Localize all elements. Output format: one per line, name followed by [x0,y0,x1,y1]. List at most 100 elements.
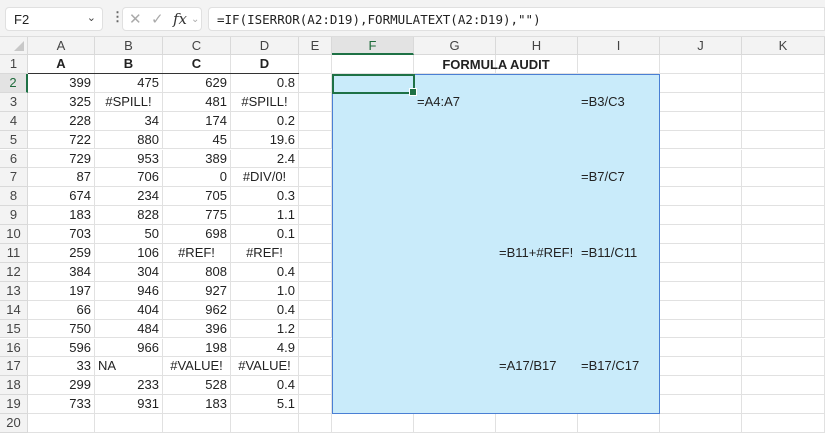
data-cell[interactable]: 629 [163,74,231,93]
data-cell[interactable]: 0.8 [231,74,299,93]
data-cell[interactable]: 953 [95,150,163,169]
cell[interactable] [660,376,742,395]
data-cell[interactable]: 87 [28,168,95,187]
data-cell[interactable]: 0.4 [231,263,299,282]
row-header-14[interactable]: 14 [0,301,28,320]
data-cell[interactable]: 722 [28,131,95,150]
enter-icon[interactable]: ✓ [151,10,164,28]
data-cell[interactable]: 733 [28,395,95,414]
data-cell[interactable]: 384 [28,263,95,282]
cell[interactable] [660,187,742,206]
cell[interactable] [660,206,742,225]
cell[interactable] [299,150,332,169]
row-header-11[interactable]: 11 [0,244,28,263]
data-cell[interactable]: 750 [28,320,95,339]
data-cell[interactable]: 2.4 [231,150,299,169]
data-cell[interactable]: 50 [95,225,163,244]
cell[interactable] [660,55,742,74]
cell[interactable] [299,339,332,358]
cell[interactable] [660,301,742,320]
cell[interactable] [742,187,825,206]
cell[interactable] [299,357,332,376]
data-cell[interactable]: 481 [163,93,231,112]
row-header-10[interactable]: 10 [0,225,28,244]
data-cell[interactable]: 198 [163,339,231,358]
cell[interactable] [742,301,825,320]
cell[interactable] [742,320,825,339]
cell[interactable] [742,244,825,263]
cell[interactable] [660,93,742,112]
cell[interactable] [660,74,742,93]
data-cell[interactable]: 703 [28,225,95,244]
row-header-16[interactable]: 16 [0,339,28,358]
spreadsheet-grid[interactable]: ABCDEFGHIJK12345678910111213141516171819… [0,37,825,442]
column-header-a[interactable]: A [28,37,95,55]
data-cell[interactable]: 19.6 [231,131,299,150]
data-cell[interactable]: 404 [95,301,163,320]
cell[interactable] [660,244,742,263]
data-cell[interactable]: 931 [95,395,163,414]
cell[interactable] [742,282,825,301]
data-cell[interactable]: 389 [163,150,231,169]
cell[interactable] [299,225,332,244]
cell[interactable] [299,74,332,93]
row-header-1[interactable]: 1 [0,55,28,74]
data-cell[interactable]: 34 [95,112,163,131]
select-all-button[interactable] [0,37,28,55]
cell[interactable] [742,74,825,93]
cell[interactable] [742,150,825,169]
cell[interactable] [742,168,825,187]
cell[interactable] [332,414,414,433]
data-cell[interactable]: 183 [28,206,95,225]
data-cell[interactable]: 0.3 [231,187,299,206]
cell[interactable] [742,225,825,244]
data-cell[interactable]: 106 [95,244,163,263]
data-cell[interactable]: 0.2 [231,112,299,131]
data-cell[interactable]: 197 [28,282,95,301]
cell[interactable] [660,225,742,244]
cell[interactable] [660,112,742,131]
cell[interactable] [742,93,825,112]
row-header-8[interactable]: 8 [0,187,28,206]
cell[interactable] [299,320,332,339]
data-cell[interactable]: 705 [163,187,231,206]
data-cell[interactable]: NA [95,357,163,376]
data-cell[interactable]: 484 [95,320,163,339]
selected-cell-f2[interactable] [332,74,415,94]
row-header-18[interactable]: 18 [0,376,28,395]
cell[interactable] [299,206,332,225]
cell[interactable] [742,206,825,225]
cell[interactable] [742,357,825,376]
data-cell[interactable]: #REF! [231,244,299,263]
data-cell[interactable]: 0.4 [231,376,299,395]
data-cell[interactable]: 927 [163,282,231,301]
data-cell[interactable]: 1.2 [231,320,299,339]
cell[interactable] [299,131,332,150]
data-cell[interactable]: 4.9 [231,339,299,358]
cell[interactable] [95,414,163,433]
cell[interactable] [742,376,825,395]
cell[interactable] [742,395,825,414]
data-cell[interactable]: 706 [95,168,163,187]
cell[interactable] [299,93,332,112]
cell[interactable] [660,414,742,433]
cell[interactable] [299,263,332,282]
column-header-e[interactable]: E [299,37,332,55]
cell[interactable] [578,414,660,433]
data-cell[interactable]: 5.1 [231,395,299,414]
cell[interactable] [742,414,825,433]
data-cell[interactable]: 674 [28,187,95,206]
data-cell[interactable]: 228 [28,112,95,131]
row-header-13[interactable]: 13 [0,282,28,301]
data-cell[interactable]: 828 [95,206,163,225]
cell[interactable] [299,395,332,414]
data-cell[interactable]: 45 [163,131,231,150]
cell[interactable] [742,131,825,150]
cell[interactable] [299,244,332,263]
cell[interactable] [660,320,742,339]
name-box[interactable]: F2⌄ [5,7,103,31]
data-cell[interactable]: #SPILL! [231,93,299,112]
data-cell[interactable]: 299 [28,376,95,395]
data-cell[interactable]: 174 [163,112,231,131]
cell[interactable] [660,339,742,358]
